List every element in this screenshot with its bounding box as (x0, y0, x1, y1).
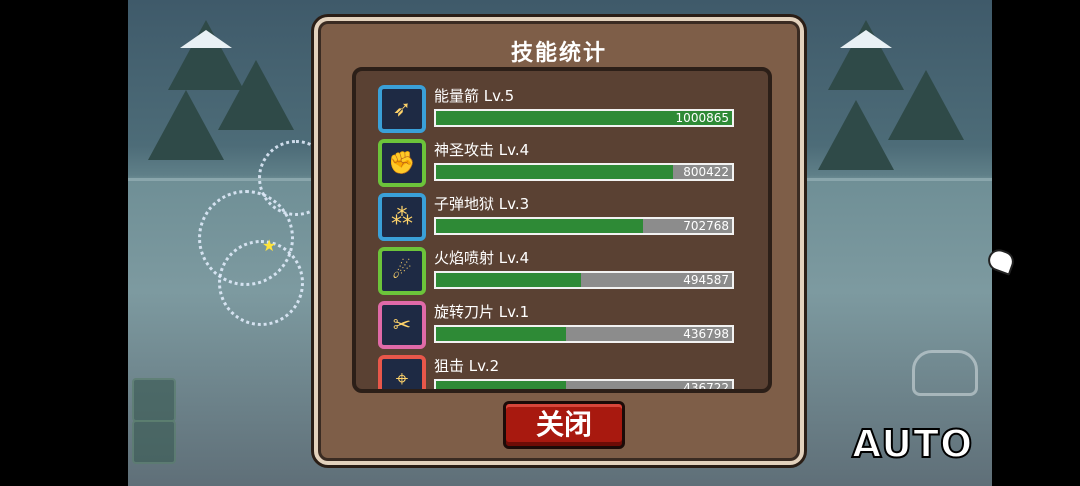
close-button[interactable]: 关闭 (503, 401, 625, 449)
skill-slot[interactable] (132, 378, 176, 422)
auto-toggle[interactable]: AUTO (851, 421, 973, 467)
damage-bar: 436798 (434, 325, 734, 343)
bubble-effect (218, 240, 304, 326)
skill-name: 神圣攻击 Lv.4 (434, 141, 530, 159)
skill-slot[interactable] (132, 420, 176, 464)
star-icon: ★ (262, 236, 277, 255)
damage-bar-fill (436, 273, 582, 287)
damage-value: 494587 (683, 273, 729, 287)
damage-value: 436798 (683, 327, 729, 341)
damage-bar: 436722 (434, 379, 734, 393)
damage-value: 800422 (683, 165, 729, 179)
damage-bar: 1000865 (434, 109, 734, 127)
snowy-tree (888, 70, 964, 140)
snowy-tree (148, 90, 224, 160)
damage-value: 702768 (683, 219, 729, 233)
skill-row: ⁂ 子弹地狱 Lv.3 702768 (378, 193, 738, 247)
snipe-icon: ⌖ (378, 355, 426, 389)
skill-row: ☄ 火焰喷射 Lv.4 494587 (378, 247, 738, 301)
energy-arrow-icon: ➶ (378, 85, 426, 133)
skill-name: 子弹地狱 Lv.3 (434, 195, 530, 213)
skill-row: ✂ 旋转刀片 Lv.1 436798 (378, 301, 738, 355)
skill-name: 狙击 Lv.2 (434, 357, 500, 375)
damage-value: 436722 (683, 381, 729, 393)
damage-bar-fill (436, 327, 567, 341)
bullet-hell-icon: ⁂ (378, 193, 426, 241)
damage-bar: 800422 (434, 163, 734, 181)
damage-bar-fill (436, 381, 567, 389)
damage-value: 1000865 (675, 111, 729, 125)
damage-bar: 494587 (434, 271, 734, 289)
skill-row: ⌖ 狙击 Lv.2 436722 (378, 355, 738, 393)
skill-stats-panel: 技能统计 ➶ 能量箭 Lv.5 1000865 ✊ 神圣攻击 Lv.4 800422 ⁂ 子弹… (314, 17, 804, 465)
panel-title: 技能统计 (510, 41, 607, 66)
skill-name: 旋转刀片 Lv.1 (434, 303, 530, 321)
spin-blade-icon: ✂ (378, 301, 426, 349)
skill-list[interactable]: ➶ 能量箭 Lv.5 1000865 ✊ 神圣攻击 Lv.4 800422 ⁂ 子弹地狱 Lv… (352, 67, 772, 393)
damage-bar-fill (436, 165, 673, 179)
damage-bar: 702768 (434, 217, 734, 235)
skill-name: 能量箭 Lv.5 (434, 87, 515, 105)
enemy-sprite (912, 350, 978, 396)
snowy-tree (218, 60, 294, 130)
skill-row: ➶ 能量箭 Lv.5 1000865 (378, 85, 738, 139)
snow-patch (180, 30, 232, 48)
fire-spray-icon: ☄ (378, 247, 426, 295)
skill-row: ✊ 神圣攻击 Lv.4 800422 (378, 139, 738, 193)
holy-attack-icon: ✊ (378, 139, 426, 187)
damage-bar-fill (436, 219, 644, 233)
skill-name: 火焰喷射 Lv.4 (434, 249, 530, 267)
snowy-tree (818, 100, 894, 170)
snow-patch (840, 30, 892, 48)
